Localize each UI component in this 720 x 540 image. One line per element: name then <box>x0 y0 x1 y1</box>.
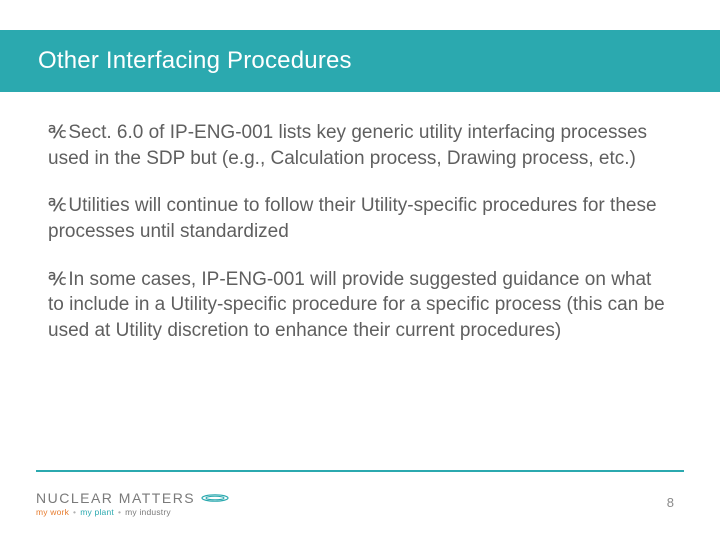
body-content: ℀Sect. 6.0 of IP-ENG-001 lists key gener… <box>48 120 668 365</box>
tag-work: my work <box>36 507 69 517</box>
swoosh-icon <box>201 493 229 503</box>
bullet-swirl-icon: ℀ <box>48 269 66 289</box>
slide-title: Other Interfacing Procedures <box>38 47 352 75</box>
bullet-item: ℀Utilities will continue to follow their… <box>48 193 668 244</box>
logo-tagline: my work • my plant • my industry <box>36 508 229 517</box>
footer-logo: NUCLEAR MATTERS my work • my plant • my indu… <box>36 491 229 517</box>
tag-dot: • <box>118 507 121 517</box>
page-number: 8 <box>667 495 674 510</box>
footer-divider <box>36 470 684 472</box>
logo-top-row: NUCLEAR MATTERS <box>36 491 229 505</box>
bullet-item: ℀Sect. 6.0 of IP-ENG-001 lists key gener… <box>48 120 668 171</box>
bullet-text: In some cases, IP-ENG-001 will provide s… <box>48 269 665 341</box>
bullet-swirl-icon: ℀ <box>48 122 66 142</box>
tag-dot: • <box>73 507 76 517</box>
bullet-item: ℀In some cases, IP-ENG-001 will provide … <box>48 267 668 344</box>
bullet-text: Sect. 6.0 of IP-ENG-001 lists key generi… <box>48 122 647 169</box>
tag-industry: my industry <box>125 507 171 517</box>
tag-plant: my plant <box>80 507 114 517</box>
logo-text: NUCLEAR MATTERS <box>36 491 195 505</box>
bullet-text: Utilities will continue to follow their … <box>48 195 657 242</box>
bullet-swirl-icon: ℀ <box>48 195 66 215</box>
slide: Other Interfacing Procedures ℀Sect. 6.0 … <box>0 0 720 540</box>
title-bar: Other Interfacing Procedures <box>0 30 720 92</box>
